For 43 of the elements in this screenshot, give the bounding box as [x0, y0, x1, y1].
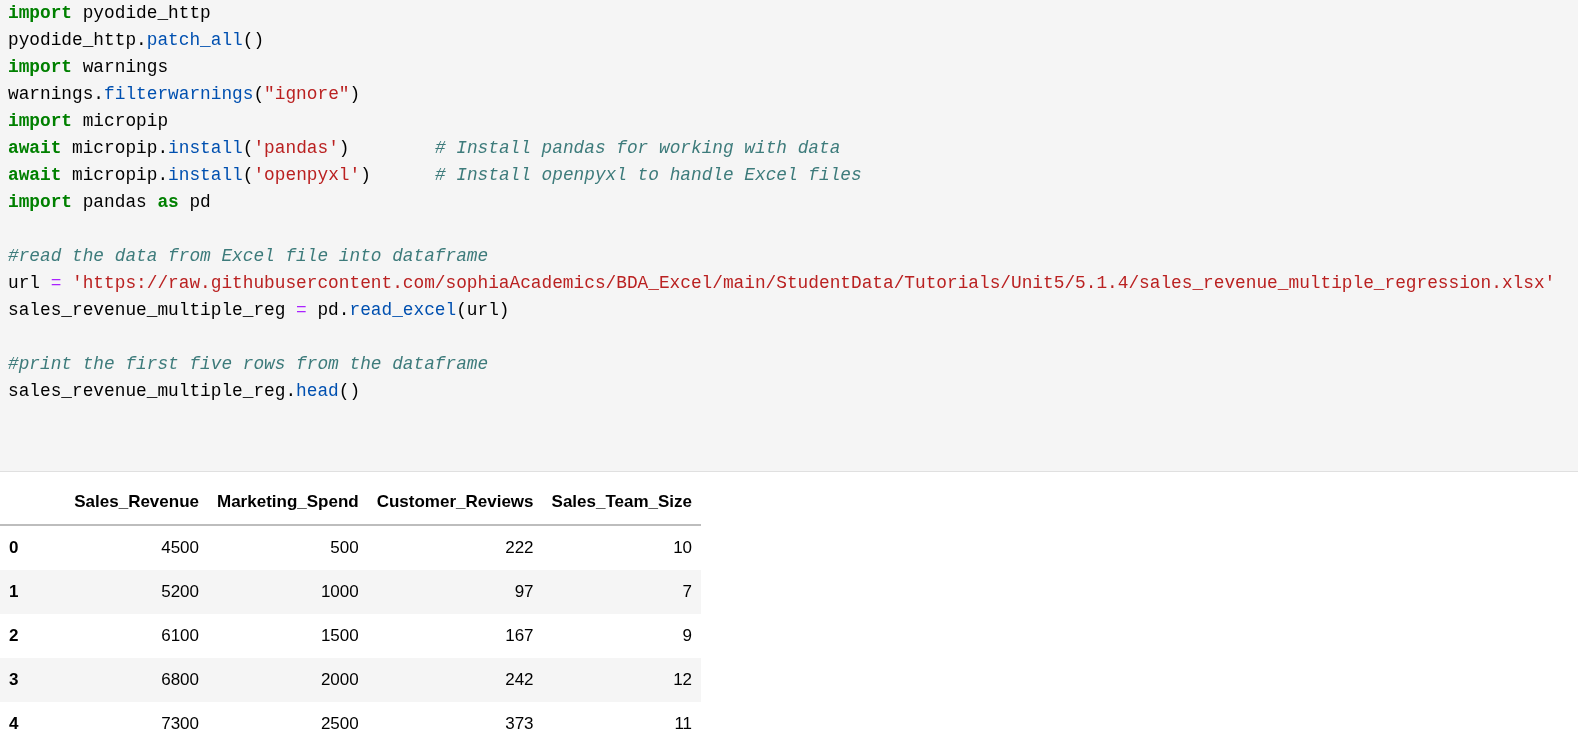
code-line: import micropip: [8, 110, 169, 133]
table-cell: 500: [208, 525, 368, 570]
table-cell: 9: [542, 614, 702, 658]
code-line: pyodide_http.patch_all(): [8, 29, 265, 52]
table-cell: 2500: [208, 702, 368, 746]
code-line: url = 'https://raw.githubusercontent.com/sophiaAcademics/BDA_Excel/main/StudentData/Tutorials/Unit5/5.1.4/sales_revenue_multiple_regression.xlsx': [8, 272, 1556, 295]
table-cell: 6100: [38, 614, 208, 658]
table-cell: 373: [367, 702, 543, 746]
column-header: Sales_Team_Size: [542, 480, 702, 525]
row-index: 3: [0, 658, 38, 702]
table-cell: 242: [367, 658, 543, 702]
table-cell: 6800: [38, 658, 208, 702]
code-line: import pyodide_http: [8, 2, 211, 25]
table-cell: 12: [542, 658, 702, 702]
table-cell: 2000: [208, 658, 368, 702]
table-cell: 11: [542, 702, 702, 746]
table-cell: 7: [542, 570, 702, 614]
code-line: sales_revenue_multiple_reg = pd.read_excel(url): [8, 299, 510, 322]
column-header: Marketing_Spend: [208, 480, 368, 525]
table-cell: 5200: [38, 570, 208, 614]
table-cell: 97: [367, 570, 543, 614]
code-line: import pandas as pd: [8, 191, 211, 214]
code-line: #print the first five rows from the dataframe: [8, 353, 489, 376]
code-cell[interactable]: [0, 0, 1578, 472]
table-cell: 222: [367, 525, 543, 570]
row-index: 2: [0, 614, 38, 658]
column-header: Sales_Revenue: [38, 480, 208, 525]
column-header: Customer_Reviews: [367, 480, 543, 525]
table-cell: 7300: [38, 702, 208, 746]
code-line: await micropip.install('openpyxl') # Install openpyxl to handle Excel files: [8, 164, 862, 187]
code-line: import warnings: [8, 56, 169, 79]
table-cell: 1500: [208, 614, 368, 658]
table-cell: 10: [542, 525, 702, 570]
table-cell: 4500: [38, 525, 208, 570]
row-index: 4: [0, 702, 38, 746]
code-line: sales_revenue_multiple_reg.head(): [8, 380, 361, 403]
code-line: await micropip.install('pandas') # Install pandas for working with data: [8, 137, 841, 160]
table-cell: 1000: [208, 570, 368, 614]
row-index: 1: [0, 570, 38, 614]
code-line: warnings.filterwarnings("ignore"): [8, 83, 361, 106]
table-cell: 167: [367, 614, 543, 658]
row-index: 0: [0, 525, 38, 570]
code-line: #read the data from Excel file into dataframe: [8, 245, 489, 268]
